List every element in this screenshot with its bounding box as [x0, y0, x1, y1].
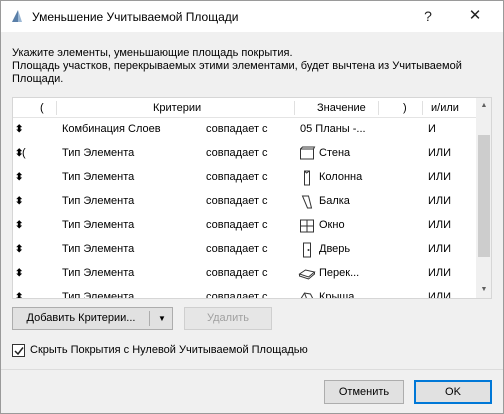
table-row[interactable]: ⬍ Тип Элемента совпадает с Окно ИЛИ [13, 215, 476, 239]
beam-icon [301, 195, 313, 209]
logic-cell[interactable]: ИЛИ [428, 243, 451, 255]
table-row[interactable]: ⬍ Тип Элемента совпадает с Дверь ИЛИ [13, 239, 476, 263]
table-header: ( Критерии Значение ) и/или [13, 98, 476, 118]
header-divider [56, 101, 57, 115]
title-bar: Уменьшение Учитываемой Площади ? ✕ [1, 1, 503, 32]
drag-handle-icon[interactable]: ⬍ [15, 292, 23, 298]
hide-zero-area-checkbox[interactable] [12, 344, 25, 357]
instructions-line: Площадь участков, перекрываемых этими эл… [12, 60, 462, 72]
dialog-window: Уменьшение Учитываемой Площади ? ✕ Укажи… [0, 0, 504, 414]
footer-divider [1, 369, 503, 370]
instructions-text: Укажите элементы, уменьшающие площадь по… [12, 47, 492, 86]
criteria-table: ( Критерии Значение ) и/или ⬍ Комбинация … [12, 97, 492, 299]
table-row[interactable]: ⬍(Тип Элемента совпадает с Стена ИЛИ [13, 143, 476, 167]
header-criteria: Критерии [153, 102, 202, 114]
value-cell[interactable]: Перек... [319, 267, 359, 279]
logic-cell[interactable]: ИЛИ [428, 171, 451, 183]
value-cell[interactable]: Окно [319, 219, 345, 231]
drag-handle-icon[interactable]: ⬍ [15, 268, 23, 279]
header-close-paren: ) [403, 102, 407, 114]
open-paren-cell[interactable]: ( [22, 147, 26, 159]
table-row[interactable]: ⬍ Тип Элемента совпадает с Балка ИЛИ [13, 191, 476, 215]
vertical-scrollbar[interactable]: ▲ ▼ [476, 98, 491, 298]
header-open-paren: ( [40, 102, 44, 114]
logic-cell[interactable]: ИЛИ [428, 147, 451, 159]
header-divider [378, 101, 379, 115]
operator-cell[interactable]: совпадает с [206, 219, 268, 231]
add-criteria-label[interactable]: Добавить Критерии... [13, 308, 149, 329]
operator-cell[interactable]: совпадает с [206, 123, 268, 135]
door-icon [303, 242, 311, 258]
criterion-cell[interactable]: Тип Элемента [62, 195, 134, 207]
logic-cell[interactable]: ИЛИ [428, 219, 451, 231]
instructions-line: Укажите элементы, уменьшающие площадь по… [12, 47, 293, 59]
slab-icon [298, 269, 316, 280]
header-logic: и/или [431, 102, 459, 114]
criterion-cell[interactable]: Тип Элемента [62, 243, 134, 255]
roof-icon [300, 292, 314, 298]
table-row[interactable]: ⬍ Тип Элемента совпадает с Перек... ИЛИ [13, 263, 476, 287]
help-button[interactable]: ? [417, 5, 439, 27]
value-cell[interactable]: Крыша [319, 291, 354, 298]
hide-zero-area-label[interactable]: Скрыть Покрытия с Нулевой Учитываемой Пл… [30, 344, 308, 356]
value-cell[interactable]: Дверь [319, 243, 350, 255]
criterion-cell[interactable]: Тип Элемента [62, 147, 134, 159]
scroll-down-icon[interactable]: ▼ [476, 282, 491, 298]
add-criteria-button[interactable]: Добавить Критерии... ▼ [12, 307, 173, 330]
wall-icon [300, 146, 316, 160]
drag-handle-icon[interactable]: ⬍ [15, 124, 23, 135]
logic-cell[interactable]: ИЛИ [428, 195, 451, 207]
value-cell[interactable]: Колонна [319, 171, 362, 183]
checkmark-icon [14, 347, 24, 356]
header-divider [422, 101, 423, 115]
header-divider [294, 101, 295, 115]
value-cell[interactable]: Балка [319, 195, 350, 207]
criterion-cell[interactable]: Тип Элемента [62, 219, 134, 231]
header-value: Значение [317, 102, 366, 114]
drag-handle-icon[interactable]: ⬍ [15, 220, 23, 231]
logic-cell[interactable]: И [428, 123, 436, 135]
ok-button[interactable]: OK [414, 380, 492, 404]
operator-cell[interactable]: совпадает с [206, 291, 268, 298]
criterion-cell[interactable]: Тип Элемента [62, 291, 134, 298]
archicad-logo-icon [12, 10, 22, 22]
table-row[interactable]: ⬍ Тип Элемента совпадает с Колонна ИЛИ [13, 167, 476, 191]
window-icon [300, 219, 314, 233]
drag-handle-icon[interactable]: ⬍ [15, 196, 23, 207]
split-divider [149, 311, 150, 326]
table-row[interactable]: ⬍ Тип Элемента совпадает с Крыша ИЛИ [13, 287, 476, 298]
dropdown-arrow-icon[interactable]: ▼ [153, 308, 171, 329]
delete-button: Удалить [184, 307, 272, 330]
close-button[interactable]: ✕ [463, 5, 487, 27]
criterion-cell[interactable]: Тип Элемента [62, 171, 134, 183]
value-cell[interactable]: 05 Планы -... [300, 123, 366, 135]
window-title: Уменьшение Учитываемой Площади [32, 10, 239, 24]
drag-handle-icon[interactable]: ⬍ [15, 244, 23, 255]
logic-cell[interactable]: ИЛИ [428, 267, 451, 279]
scroll-up-icon[interactable]: ▲ [476, 98, 491, 114]
operator-cell[interactable]: совпадает с [206, 195, 268, 207]
logic-cell[interactable]: ИЛИ [428, 291, 451, 298]
operator-cell[interactable]: совпадает с [206, 267, 268, 279]
operator-cell[interactable]: совпадает с [206, 243, 268, 255]
criterion-cell[interactable]: Тип Элемента [62, 267, 134, 279]
value-cell[interactable]: Стена [319, 147, 350, 159]
drag-handle-icon[interactable]: ⬍ [15, 172, 23, 183]
column-icon [304, 170, 310, 186]
operator-cell[interactable]: совпадает с [206, 171, 268, 183]
instructions-line: Площади. [12, 73, 64, 85]
cancel-button[interactable]: Отменить [324, 380, 404, 404]
table-row[interactable]: ⬍ Комбинация Слоев совпадает с 05 Планы -..… [13, 119, 476, 143]
scrollbar-thumb[interactable] [478, 135, 490, 257]
criterion-cell[interactable]: Комбинация Слоев [62, 123, 161, 135]
operator-cell[interactable]: совпадает с [206, 147, 268, 159]
